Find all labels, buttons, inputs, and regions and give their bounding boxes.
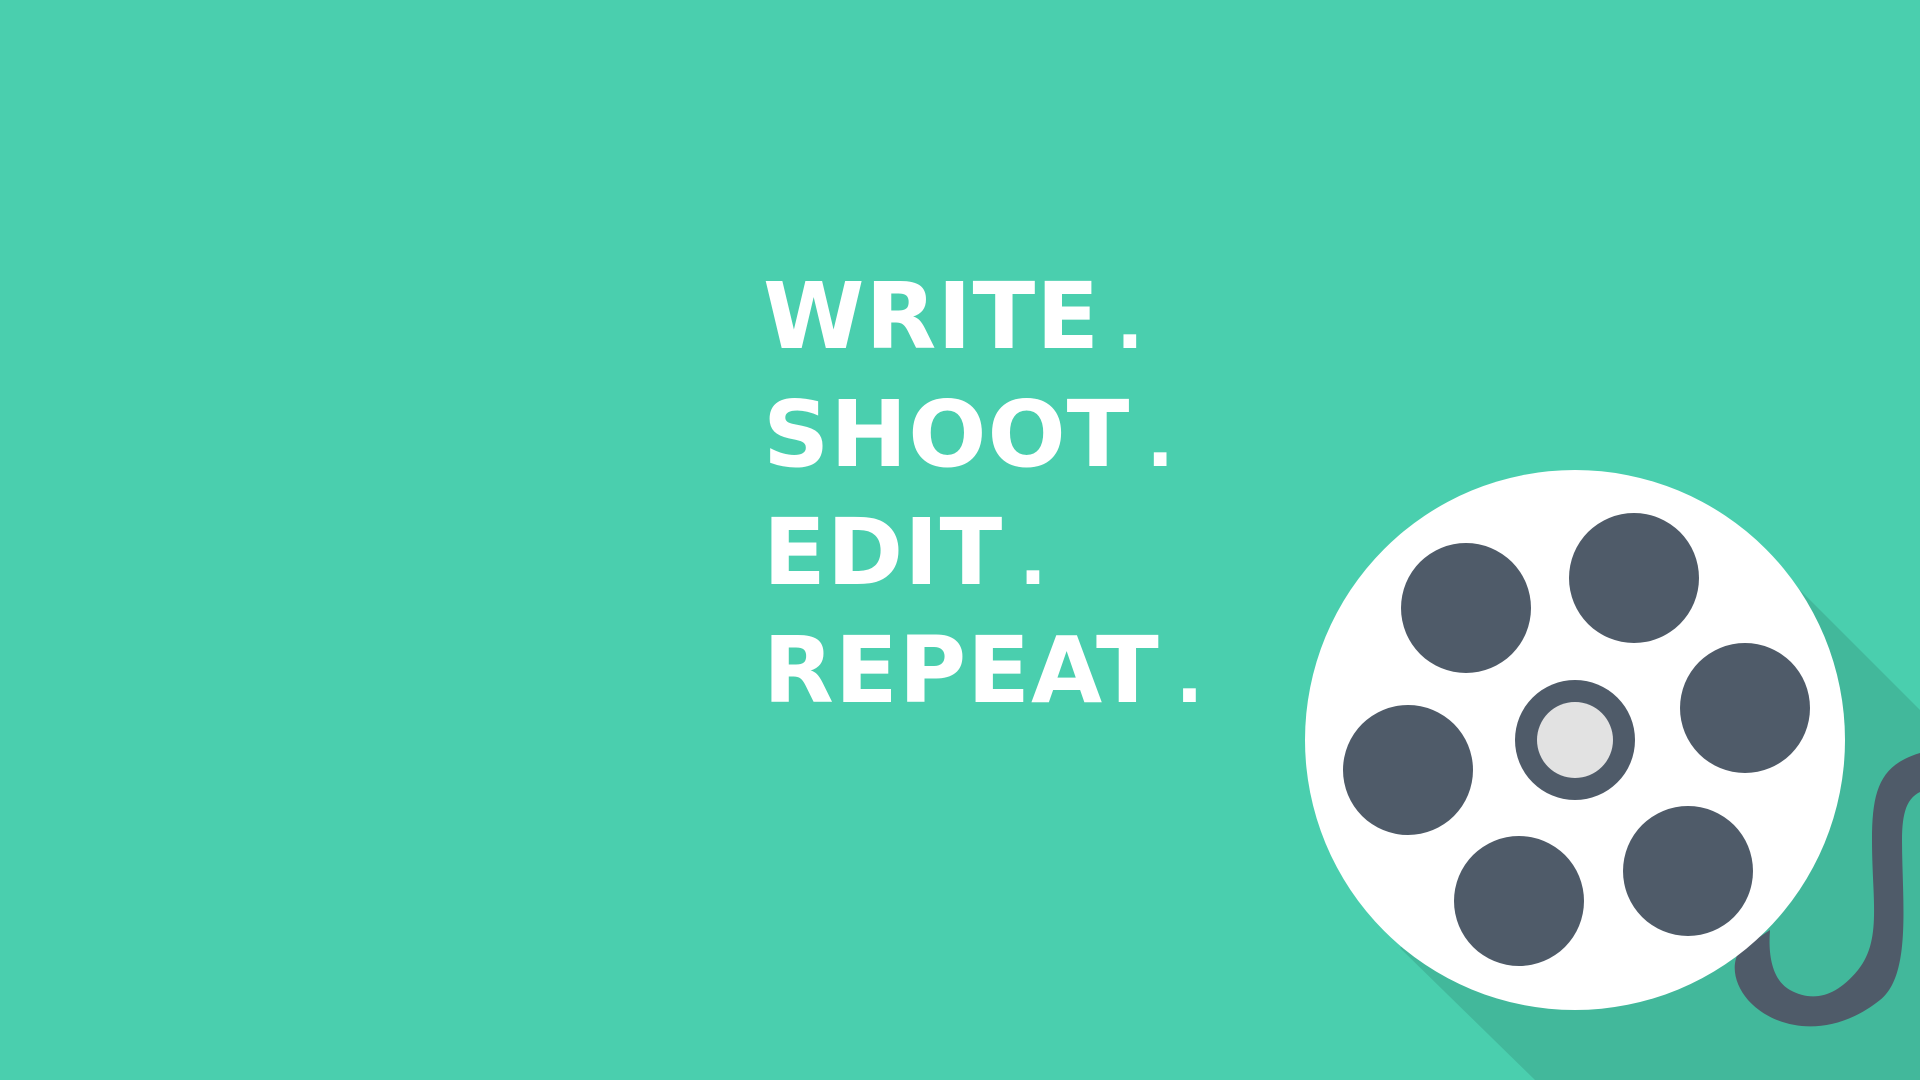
tagline-line-edit: EDIT. [763,494,1204,612]
tagline-dot: . [1116,281,1145,365]
tagline-dot: . [1175,635,1205,719]
reel-hole [1401,543,1531,673]
tagline: WRITE. SHOOT. EDIT. REPEAT. [763,258,1204,730]
reel-hole [1569,513,1699,643]
tagline-line-repeat: REPEAT. [763,612,1204,730]
reel-hole [1680,643,1810,773]
tagline-line-shoot: SHOOT. [763,376,1204,494]
tagline-word: SHOOT [763,381,1131,488]
tagline-word: REPEAT [763,617,1160,724]
tagline-word: EDIT [763,499,1004,606]
tagline-word: WRITE [763,263,1101,370]
reel-hole [1623,806,1753,936]
reel-hole [1454,836,1584,966]
tagline-line-write: WRITE. [763,258,1204,376]
tagline-dot: . [1146,399,1175,483]
reel-hub [1537,702,1613,778]
reel-hole [1343,705,1473,835]
tagline-dot: . [1019,517,1048,601]
